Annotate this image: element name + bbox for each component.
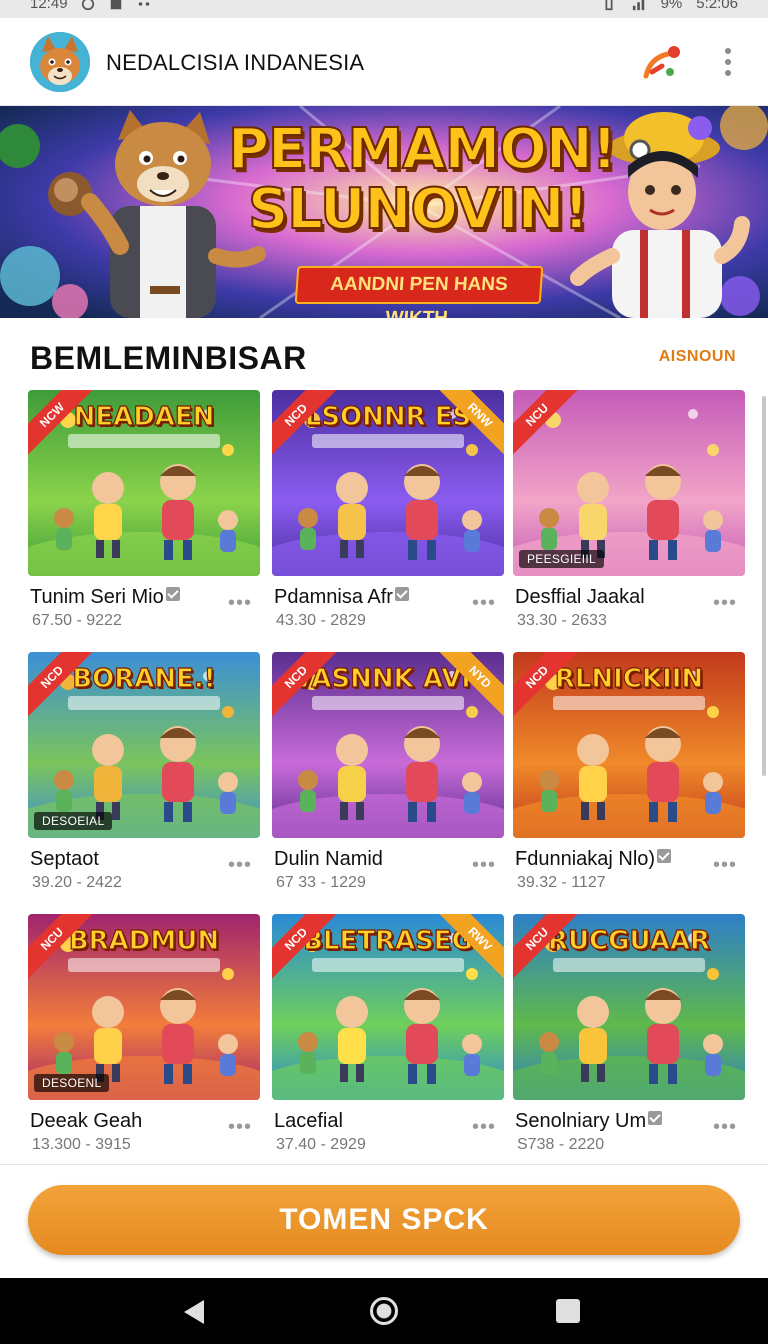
share-icon (643, 46, 680, 79)
status-time: 12:49 (30, 0, 68, 12)
game-thumbnail[interactable]: VASNNK AVN NCD NYD (272, 652, 504, 838)
card-more-icon[interactable]: ••• (228, 593, 252, 613)
game-thumbnail-subtitle (68, 696, 220, 710)
game-meta: 33.30 - 2633 (517, 612, 607, 629)
verified-icon (657, 849, 672, 863)
system-nav-bar (0, 1278, 768, 1344)
game-meta: 43.30 - 2829 (276, 612, 366, 629)
game-thumbnail-subtitle (553, 958, 705, 972)
scrollbar[interactable] (762, 396, 766, 776)
game-meta: 67 33 - 1229 (276, 874, 366, 891)
game-name: Pdamnisa Afr (274, 586, 409, 609)
game-card[interactable]: RUCGUAAR NCU Senolniary Um S738 - 2220 •… (513, 914, 745, 1154)
vibrate-icon (605, 0, 613, 10)
game-thumbnail[interactable]: NCU PEESGIEIIL (513, 390, 745, 576)
game-thumbnail[interactable]: NEADAEN NCW (28, 390, 260, 576)
game-thumbnail-subtitle (312, 696, 464, 710)
game-meta: 67.50 - 9222 (32, 612, 122, 629)
game-meta: 37.40 - 2929 (276, 1136, 366, 1153)
game-thumbnail-subtitle (68, 434, 220, 448)
home-icon[interactable] (370, 1297, 398, 1325)
game-thumbnail[interactable]: RUCGUAAR NCU (513, 914, 745, 1100)
check-icon (110, 0, 121, 9)
games-section: BEMLEMINBISAR AISNOUN NEADAEN NCW Tunim … (0, 318, 768, 1164)
verified-icon (648, 1111, 663, 1125)
section-see-all-link[interactable]: AISNOUN (659, 348, 736, 366)
game-meta: S738 - 2220 (517, 1136, 605, 1153)
game-card[interactable]: NEADAEN NCW Tunim Seri Mio 67.50 - 9222 … (28, 390, 260, 630)
battery-percent: 9% (660, 0, 683, 12)
game-tag: PEESGIEIIL (519, 550, 605, 568)
notification-dots-icon (138, 1, 149, 6)
signal-icon (632, 0, 644, 10)
game-card[interactable]: NCU PEESGIEIIL Desffial Jaakal 33.30 - 2… (513, 390, 745, 630)
game-card[interactable]: RLNICKIIN NCD Fdunniakaj Nlo) 39.32 - 11… (513, 652, 745, 892)
card-more-icon[interactable]: ••• (713, 1117, 737, 1137)
card-more-icon[interactable]: ••• (472, 855, 496, 875)
game-name: Senolniary Um (515, 1110, 663, 1133)
game-thumbnail-subtitle (553, 696, 705, 710)
game-name: Fdunniakaj Nlo) (515, 848, 672, 871)
game-thumbnail[interactable]: BLETRASEG NCD RWV (272, 914, 504, 1100)
fox-avatar-icon (30, 32, 90, 92)
game-name: Desffial Jaakal (515, 586, 645, 608)
game-tag: DESOENL (34, 1074, 110, 1092)
card-more-icon[interactable]: ••• (228, 855, 252, 875)
more-options-button[interactable] (712, 44, 744, 80)
game-card[interactable]: BLETRASEG NCD RWV Lacefial 37.40 - 2929 … (272, 914, 504, 1154)
banner-title: PERMAMON! SLUNOVIN! (227, 117, 618, 242)
game-card[interactable]: VASNNK AVN NCD NYD Dulin Namid 67 33 - 1… (272, 652, 504, 892)
more-vertical-icon (725, 48, 731, 54)
bottom-action-area: TOMEN SPCK (0, 1164, 768, 1278)
game-thumbnail[interactable]: BRADMUN NCU DESOENL (28, 914, 260, 1100)
promo-banner[interactable]: PERMAMON! SLUNOVIN! AANDNI PEN HANS WIKT… (0, 106, 768, 318)
section-title: BEMLEMINBISAR (30, 340, 307, 376)
alarm-icon (81, 0, 94, 10)
game-meta: 13.300 - 3915 (32, 1136, 131, 1153)
app-bar: NEDALCISIA INDANESIA (0, 18, 768, 106)
game-name: Tunim Seri Mio (30, 586, 180, 609)
status-clock: 5:2:06 (696, 0, 738, 12)
share-button[interactable] (640, 42, 682, 84)
game-card[interactable]: LSONNR ES NCD RNW Pdamnisa Afr 43.30 - 2… (272, 390, 504, 630)
game-name: Septaot (30, 848, 99, 870)
game-thumbnail[interactable]: RLNICKIIN NCD (513, 652, 745, 838)
game-thumbnail-subtitle (312, 434, 464, 448)
primary-cta-button[interactable]: TOMEN SPCK (28, 1185, 740, 1255)
card-more-icon[interactable]: ••• (713, 593, 737, 613)
game-thumbnail-subtitle (312, 958, 464, 972)
card-more-icon[interactable]: ••• (228, 1117, 252, 1137)
card-more-icon[interactable]: ••• (472, 593, 496, 613)
status-bar: 12:49 9% 5:2:06 (0, 0, 768, 18)
game-name: Deeak Geah (30, 1110, 143, 1132)
game-card[interactable]: BRADMUN NCU DESOENL Deeak Geah 13.300 - … (28, 914, 260, 1154)
game-meta: 39.20 - 2422 (32, 874, 122, 891)
verified-icon (394, 587, 409, 601)
verified-icon (165, 587, 180, 601)
game-tag: DESOEIAL (34, 812, 113, 830)
back-icon[interactable] (184, 1300, 204, 1324)
game-name: Lacefial (274, 1110, 343, 1132)
avatar[interactable] (30, 32, 90, 92)
game-card[interactable]: BORANE.! NCD DESOEIAL Septaot 39.20 - 24… (28, 652, 260, 892)
app-title: NEDALCISIA INDANESIA (106, 50, 365, 75)
card-more-icon[interactable]: ••• (472, 1117, 496, 1137)
game-name: Dulin Namid (274, 848, 383, 870)
game-thumbnail[interactable]: BORANE.! NCD DESOEIAL (28, 652, 260, 838)
card-more-icon[interactable]: ••• (713, 855, 737, 875)
game-thumbnail[interactable]: LSONNR ES NCD RNW (272, 390, 504, 576)
recent-apps-icon[interactable] (556, 1299, 580, 1323)
banner-ribbon: AANDNI PEN HANS WIKTH (294, 266, 544, 318)
game-thumbnail-subtitle (68, 958, 220, 972)
game-meta: 39.32 - 1127 (517, 874, 606, 891)
